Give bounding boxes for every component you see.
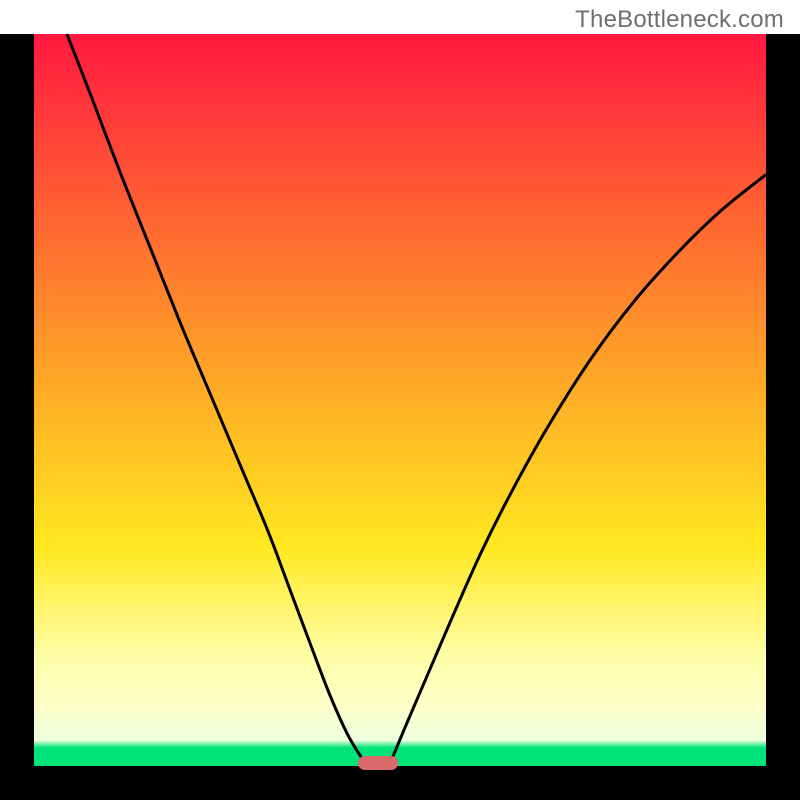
watermark-text: TheBottleneck.com xyxy=(575,6,784,34)
bottleneck-chart xyxy=(0,0,800,800)
bottom-marker xyxy=(358,756,398,770)
plot-area xyxy=(34,34,766,766)
chart-stage: TheBottleneck.com xyxy=(0,0,800,800)
